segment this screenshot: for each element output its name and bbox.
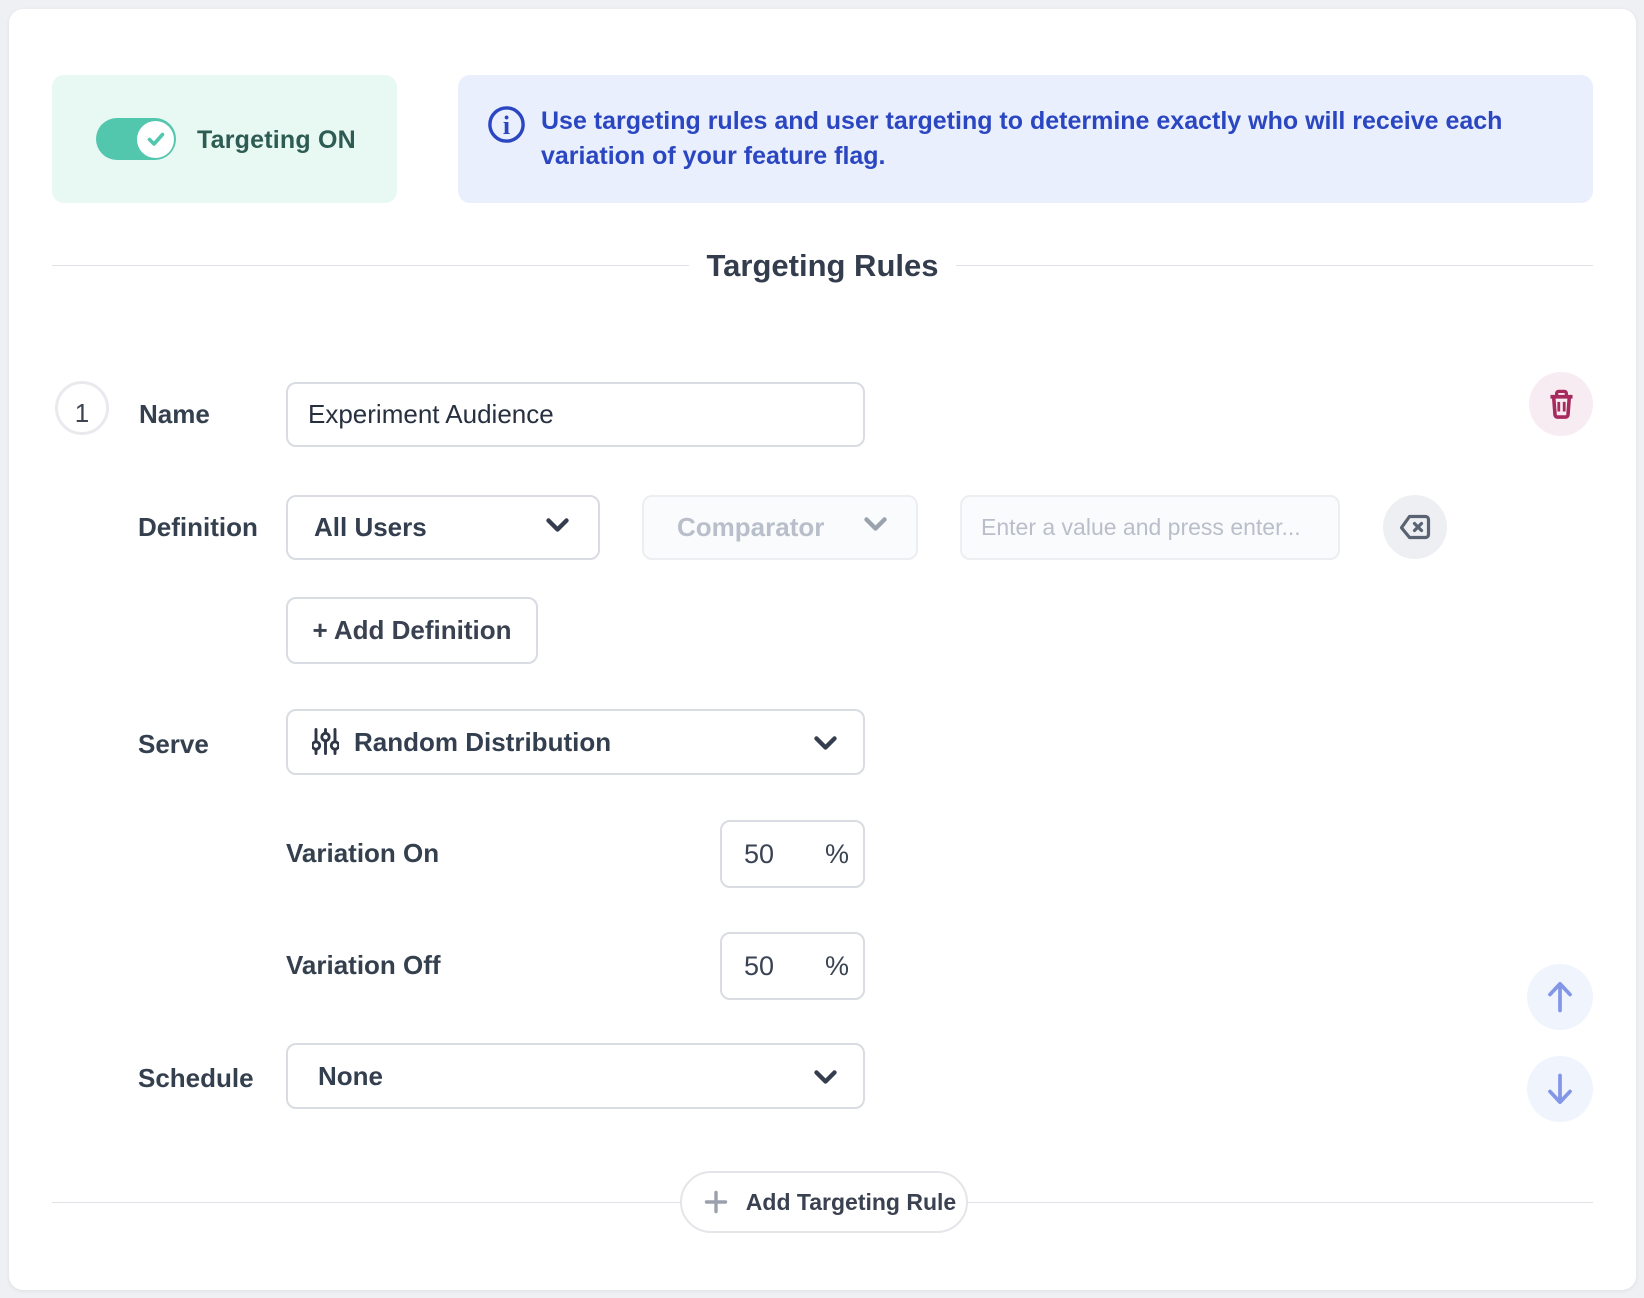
svg-text:i: i	[503, 111, 510, 140]
